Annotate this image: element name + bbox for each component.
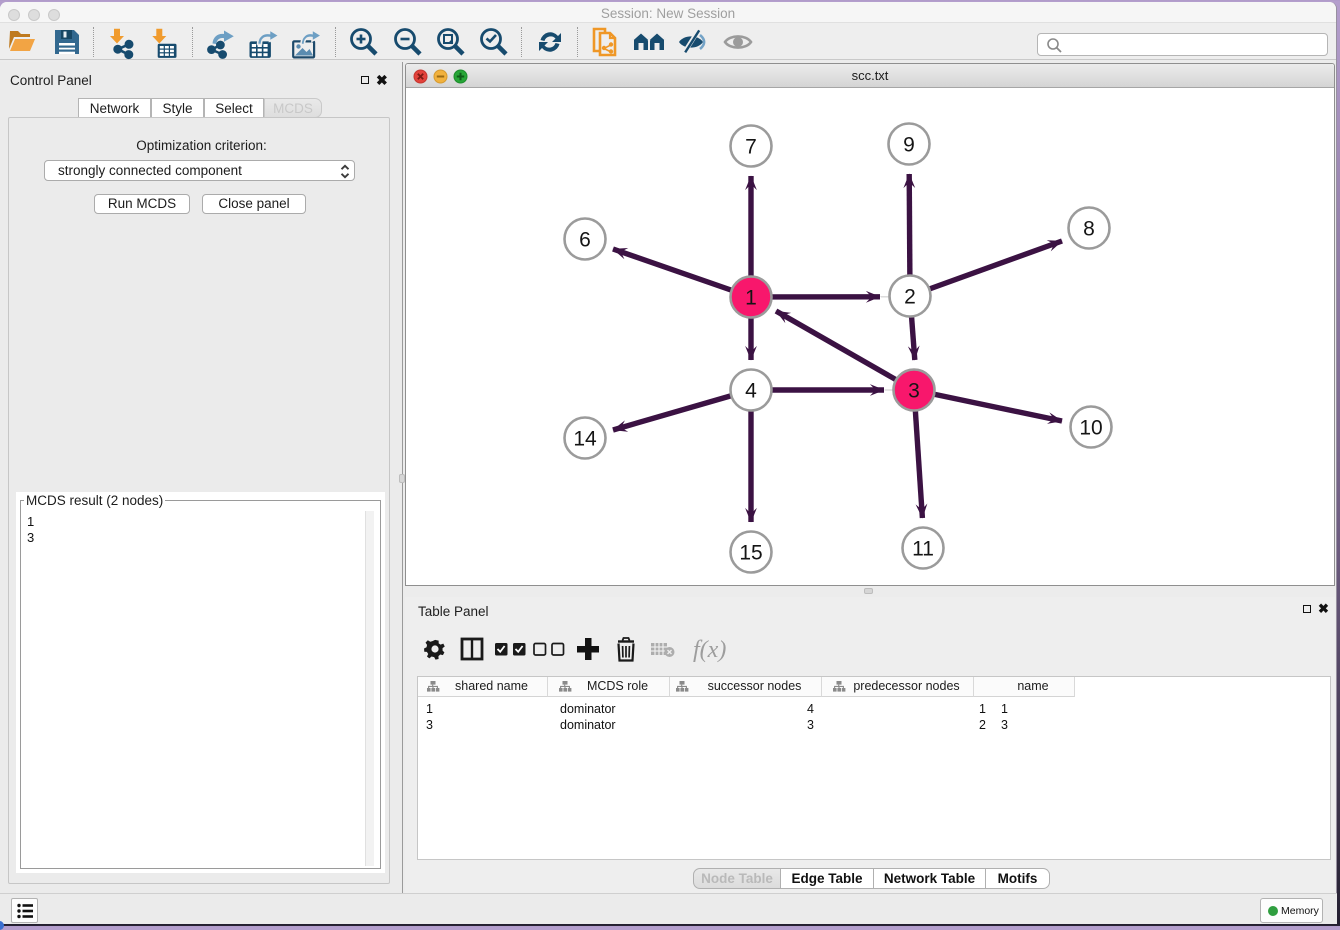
svg-text:14: 14 — [573, 428, 597, 451]
svg-text:3: 3 — [908, 380, 920, 403]
svg-text:9: 9 — [903, 134, 915, 157]
svg-text:10: 10 — [1079, 417, 1102, 440]
svg-text:6: 6 — [579, 229, 591, 252]
svg-text:f(x): f(x) — [693, 637, 726, 663]
svg-text:2: 2 — [904, 286, 916, 309]
svg-text:11: 11 — [912, 538, 934, 561]
svg-text:15: 15 — [739, 542, 762, 565]
svg-text:4: 4 — [745, 380, 757, 403]
svg-text:8: 8 — [1083, 218, 1095, 241]
svg-text:7: 7 — [745, 136, 757, 159]
svg-text:1: 1 — [745, 287, 757, 310]
